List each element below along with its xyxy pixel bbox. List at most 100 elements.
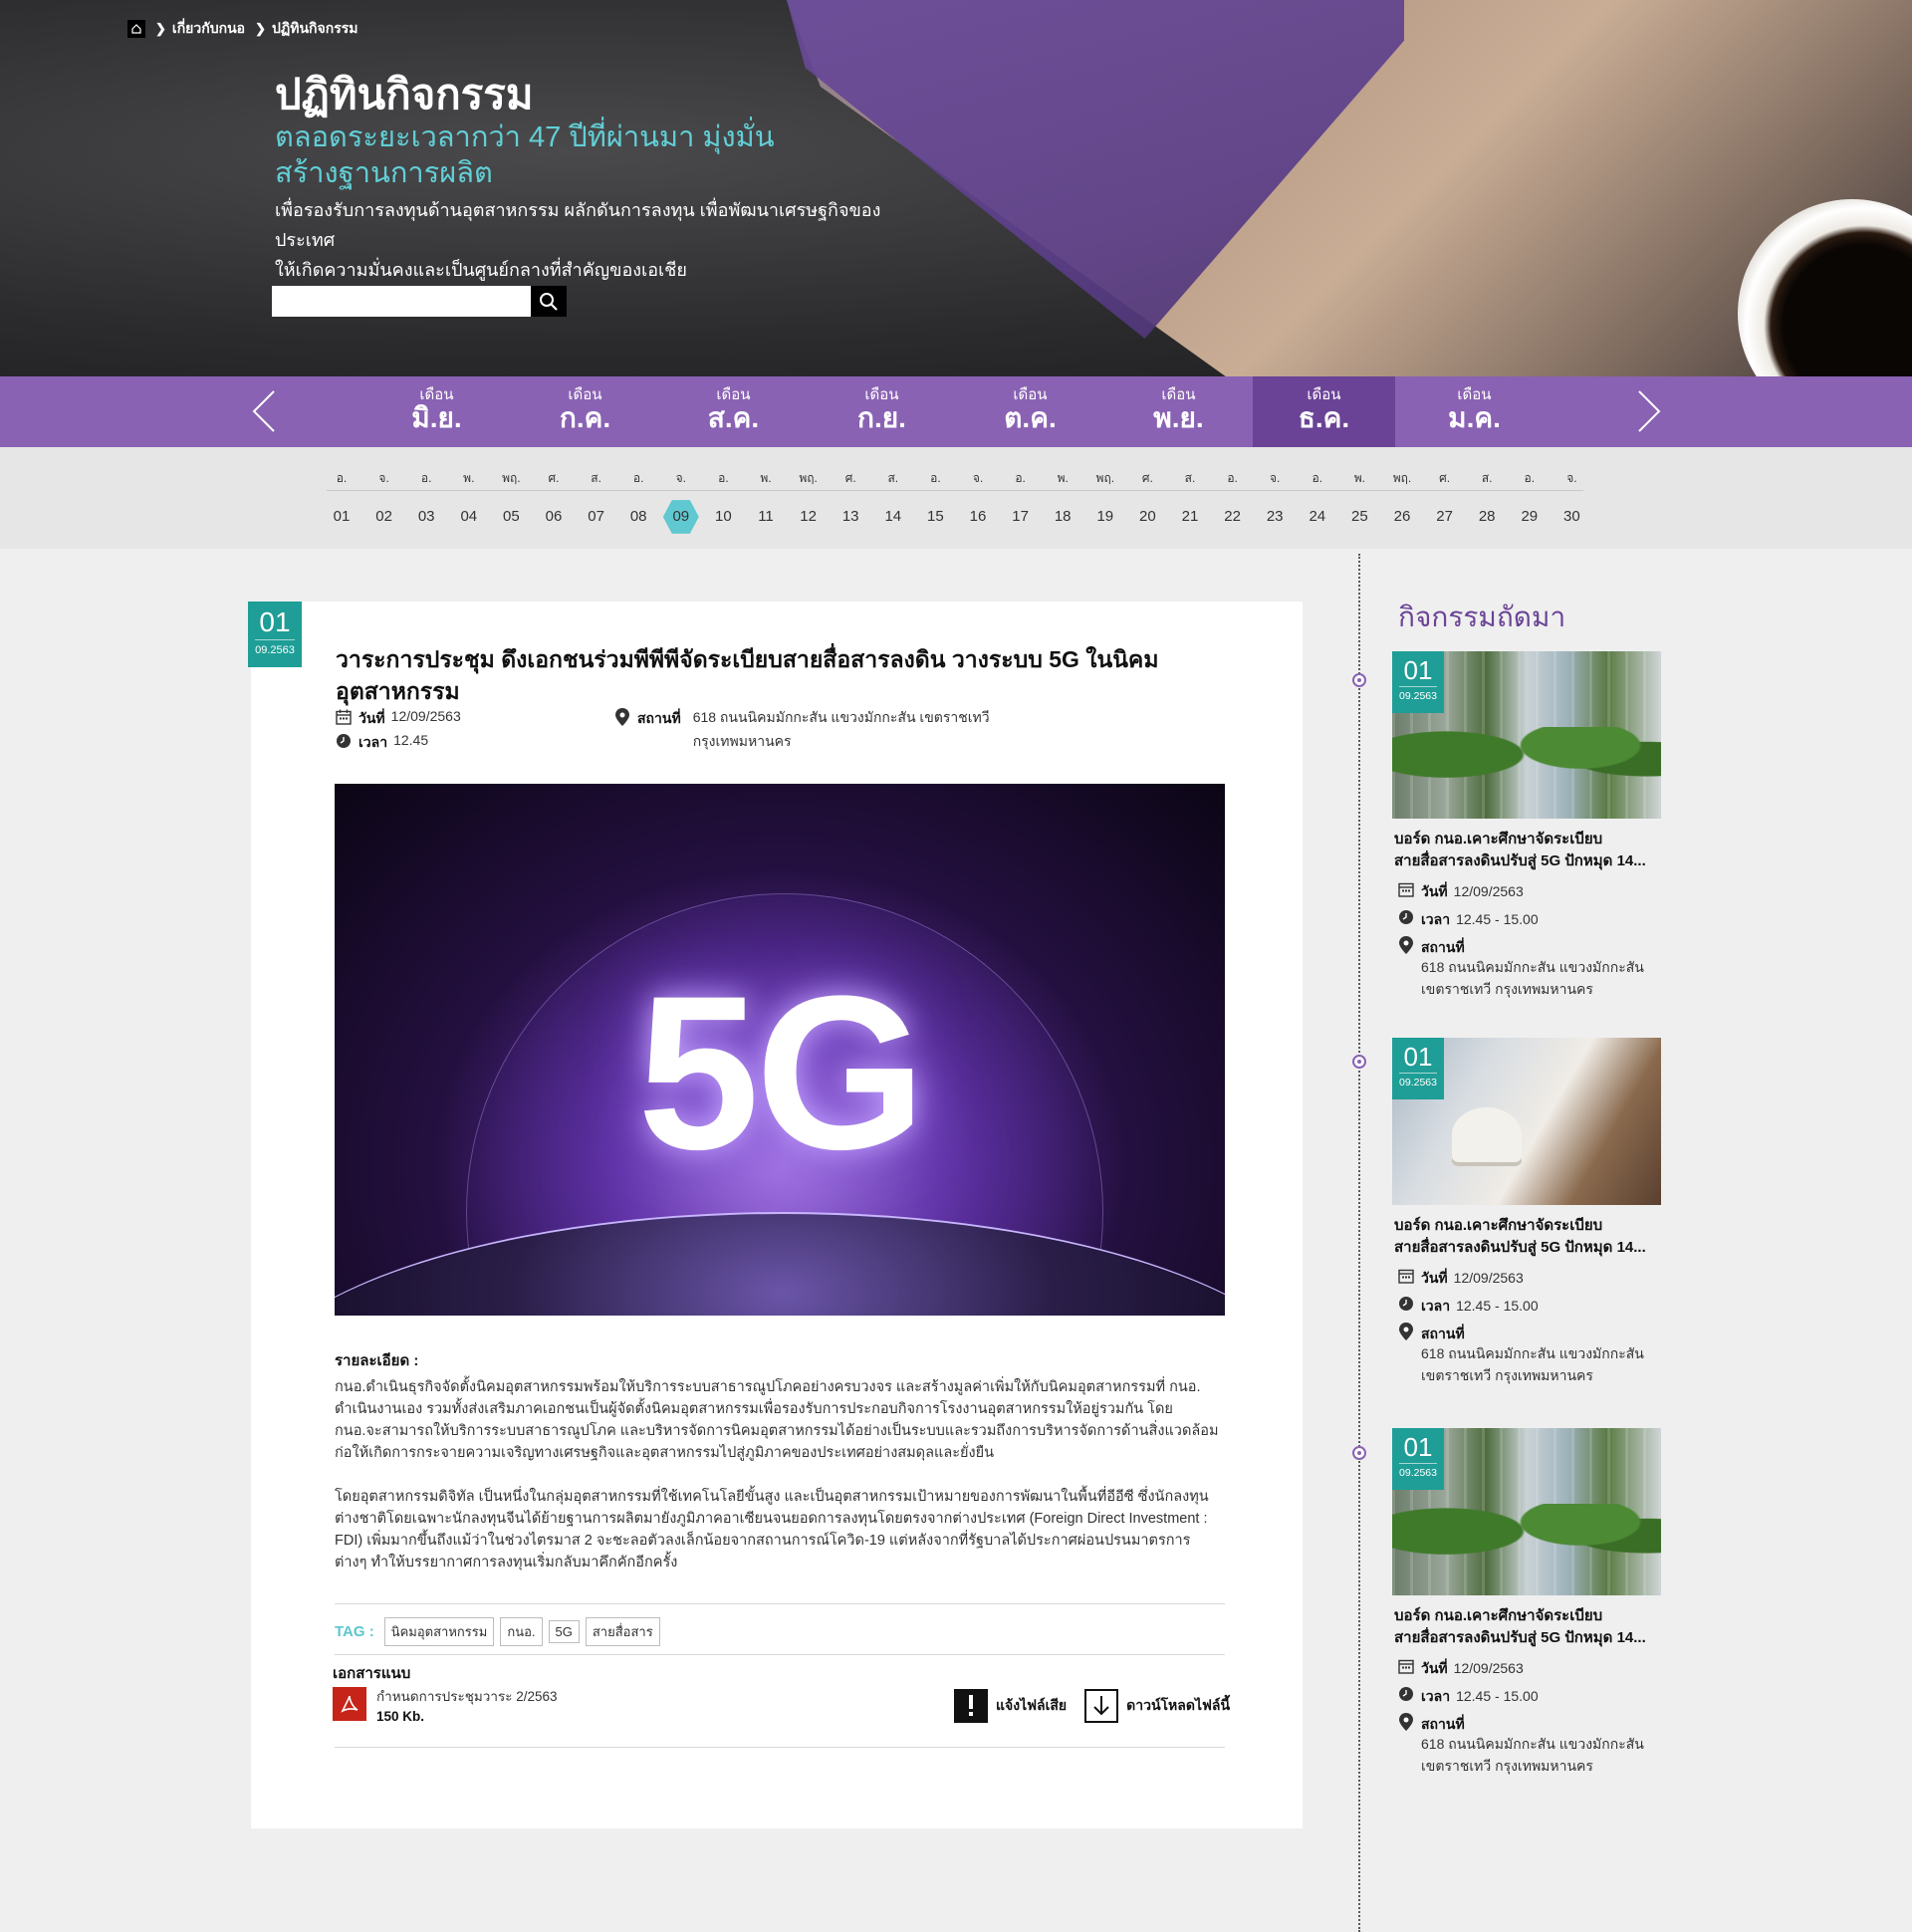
tag[interactable]: กนอ. (500, 1617, 543, 1646)
day-item[interactable]: ศ. 06 (534, 447, 574, 535)
calendar-icon (1397, 1267, 1415, 1285)
month-tab-dec[interactable]: เดือน ธ.ค. (1253, 376, 1395, 447)
day-number[interactable]: 22 (1213, 499, 1253, 535)
day-item[interactable]: อ. 22 (1213, 447, 1253, 535)
day-item[interactable]: อ. 01 (322, 447, 361, 535)
day-number[interactable]: 18 (1043, 499, 1082, 535)
card-title[interactable]: บอร์ด กนอ.เคาะศึกษาจัดระเบียบ สายสื่อสาร… (1392, 829, 1659, 872)
day-number[interactable]: 06 (534, 499, 574, 535)
day-item[interactable]: อ. 24 (1298, 447, 1337, 535)
day-item[interactable]: ศ. 13 (831, 447, 870, 535)
day-number[interactable]: 05 (491, 499, 531, 535)
day-item[interactable]: อ. 29 (1510, 447, 1550, 535)
home-icon[interactable] (127, 20, 145, 38)
prev-month-button[interactable] (244, 388, 284, 434)
card-image[interactable]: 01 09.2563 (1392, 651, 1661, 819)
place-value: 618 ถนนนิคมมักกะสัน แขวงมักกะสัน เขตราชเ… (693, 705, 990, 753)
place-line: 618 ถนนนิคมมักกะสัน แขวงมักกะสัน (1421, 1736, 1644, 1752)
day-item[interactable]: อ. 08 (618, 447, 658, 535)
day-item[interactable]: ศ. 27 (1425, 447, 1465, 535)
date-label: วันที่ (1421, 1660, 1448, 1676)
upcoming-event-card[interactable]: 01 09.2563 บอร์ด กนอ.เคาะศึกษาจัดระเบียบ… (1392, 1038, 1661, 1386)
day-number[interactable]: 12 (789, 499, 829, 535)
day-item[interactable]: พฤ. 05 (491, 447, 531, 535)
day-number[interactable]: 28 (1467, 499, 1507, 535)
month-tab-oct[interactable]: เดือน ต.ค. (959, 376, 1101, 447)
day-number[interactable]: 20 (1127, 499, 1167, 535)
search-button[interactable] (531, 286, 567, 317)
attachment-name[interactable]: กำหนดการประชุมวาระ 2/2563 (376, 1687, 558, 1707)
card-title[interactable]: บอร์ด กนอ.เคาะศึกษาจัดระเบียบ สายสื่อสาร… (1392, 1605, 1659, 1649)
breadcrumb-calendar-label[interactable]: ปฏิทินกิจกรรม (272, 18, 358, 40)
day-number[interactable]: 02 (364, 499, 404, 535)
month-tab-sep[interactable]: เดือน ก.ย. (811, 376, 953, 447)
day-number[interactable]: 09 (662, 500, 699, 534)
day-number[interactable]: 11 (746, 499, 786, 535)
day-number[interactable]: 27 (1425, 499, 1465, 535)
day-item[interactable]: ศ. 20 (1127, 447, 1167, 535)
day-number[interactable]: 08 (618, 499, 658, 535)
day-number[interactable]: 14 (873, 499, 913, 535)
download-file-button[interactable]: ดาวน์โหลดไฟล์นี้ (1084, 1689, 1230, 1723)
month-tab-jun[interactable]: เดือน มิ.ย. (365, 376, 508, 447)
next-month-button[interactable] (1629, 388, 1669, 434)
card-title[interactable]: บอร์ด กนอ.เคาะศึกษาจัดระเบียบ สายสื่อสาร… (1392, 1215, 1659, 1259)
day-item[interactable]: อ. 15 (915, 447, 955, 535)
day-item[interactable]: จ. 30 (1552, 447, 1591, 535)
day-number[interactable]: 21 (1170, 499, 1210, 535)
tag[interactable]: 5G (548, 1620, 580, 1643)
day-number[interactable]: 29 (1510, 499, 1550, 535)
day-item[interactable]: พ. 18 (1043, 447, 1082, 535)
day-item[interactable]: อ. 03 (406, 447, 446, 535)
day-item[interactable]: พ. 11 (746, 447, 786, 535)
upcoming-event-card[interactable]: 01 09.2563 บอร์ด กนอ.เคาะศึกษาจัดระเบียบ… (1392, 1428, 1661, 1777)
day-number[interactable]: 03 (406, 499, 446, 535)
day-item[interactable]: พฤ. 12 (789, 447, 829, 535)
day-number[interactable]: 16 (958, 499, 998, 535)
month-tab-aug[interactable]: เดือน ส.ค. (662, 376, 805, 447)
day-number[interactable]: 17 (1001, 499, 1041, 535)
card-image[interactable]: 01 09.2563 (1392, 1428, 1661, 1595)
day-item[interactable]: ส. 14 (873, 447, 913, 535)
day-item[interactable]: อ. 17 (1001, 447, 1041, 535)
day-number[interactable]: 19 (1085, 499, 1125, 535)
month-tab-small-label: เดือน (864, 386, 899, 403)
day-number[interactable]: 24 (1298, 499, 1337, 535)
day-item[interactable]: ส. 21 (1170, 447, 1210, 535)
tag[interactable]: สายสื่อสาร (585, 1617, 660, 1646)
search-input[interactable] (272, 286, 531, 317)
day-number[interactable]: 30 (1552, 499, 1591, 535)
day-number[interactable]: 25 (1339, 499, 1379, 535)
day-number[interactable]: 13 (831, 499, 870, 535)
day-item[interactable]: จ. 23 (1255, 447, 1295, 535)
breadcrumb-item-calendar[interactable]: ❯ ปฏิทินกิจกรรม (255, 18, 358, 40)
day-item[interactable]: จ. 09 (661, 447, 701, 535)
day-number[interactable]: 15 (915, 499, 955, 535)
upcoming-event-card[interactable]: 01 09.2563 บอร์ด กนอ.เคาะศึกษาจัดระเบียบ… (1392, 651, 1661, 1000)
month-tab-nov[interactable]: เดือน พ.ย. (1107, 376, 1250, 447)
breadcrumb-about-label[interactable]: เกี่ยวกับกนอ (172, 18, 245, 40)
day-number[interactable]: 23 (1255, 499, 1295, 535)
month-tab-jan[interactable]: เดือน ม.ค. (1403, 376, 1546, 447)
day-number[interactable]: 07 (577, 499, 616, 535)
day-item[interactable]: ส. 28 (1467, 447, 1507, 535)
day-item[interactable]: จ. 16 (958, 447, 998, 535)
day-number[interactable]: 26 (1382, 499, 1422, 535)
day-item[interactable]: อ. 10 (703, 447, 743, 535)
attachment-item[interactable]: กำหนดการประชุมวาระ 2/2563 150 Kb. (333, 1687, 558, 1727)
month-tab-jul[interactable]: เดือน ก.ค. (514, 376, 656, 447)
day-number[interactable]: 04 (449, 499, 489, 535)
day-item[interactable]: พฤ. 19 (1085, 447, 1125, 535)
day-item[interactable]: พฤ. 26 (1382, 447, 1422, 535)
weekday-label: พ. (760, 471, 772, 485)
report-broken-file-button[interactable]: แจ้งไฟล์เสีย (954, 1689, 1067, 1723)
day-item[interactable]: ส. 07 (577, 447, 616, 535)
tag[interactable]: นิคมอุตสาหกรรม (383, 1617, 495, 1646)
day-number[interactable]: 01 (322, 499, 361, 535)
day-item[interactable]: พ. 04 (449, 447, 489, 535)
day-item[interactable]: จ. 02 (364, 447, 404, 535)
card-image[interactable]: 01 09.2563 (1392, 1038, 1661, 1205)
breadcrumb-item-about[interactable]: ❯ เกี่ยวกับกนอ (155, 18, 245, 40)
day-item[interactable]: พ. 25 (1339, 447, 1379, 535)
day-number[interactable]: 10 (703, 499, 743, 535)
